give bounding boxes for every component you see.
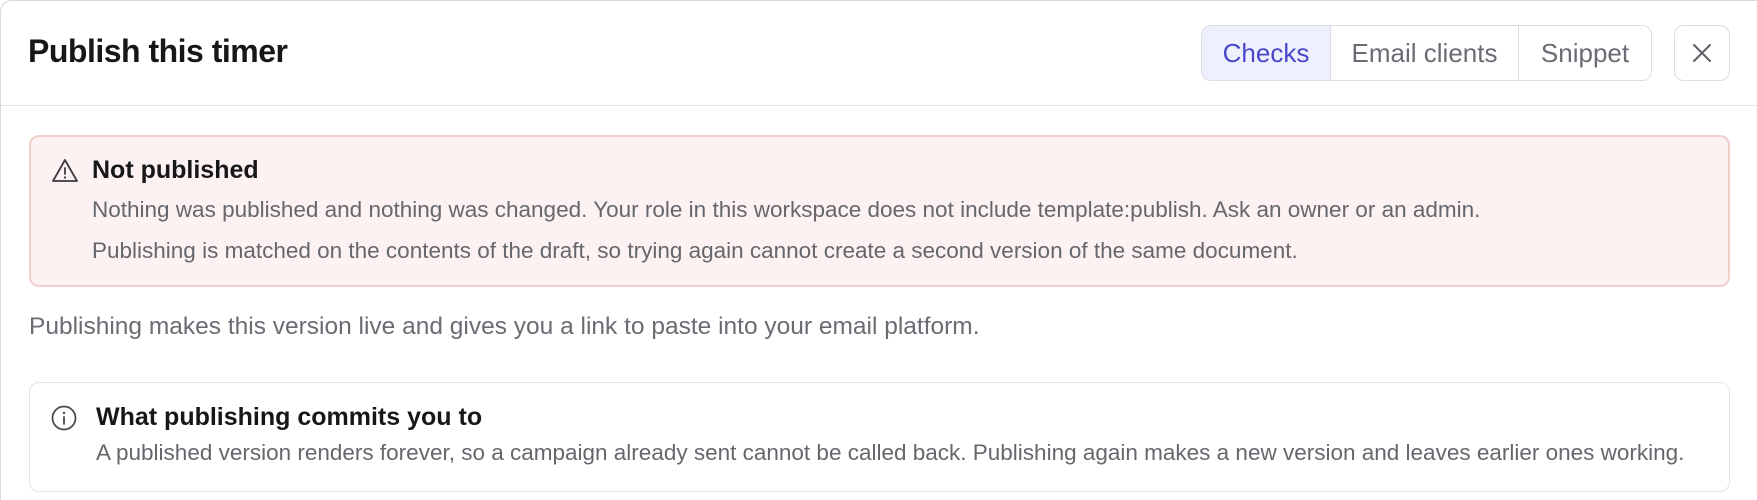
- warning-triangle-icon: [52, 159, 78, 182]
- tab-snippet[interactable]: Snippet: [1519, 26, 1651, 80]
- close-button[interactable]: [1674, 25, 1730, 81]
- alert-detail: Publishing is matched on the contents of…: [92, 238, 1298, 263]
- dialog-title: Publish this timer: [28, 33, 288, 69]
- error-alert: Not published Nothing was published and …: [29, 135, 1730, 287]
- alert-message: Nothing was published and nothing was ch…: [92, 197, 1481, 222]
- dialog-header: Publish this timer Checks Email clients …: [1, 1, 1757, 106]
- info-title: What publishing commits you to: [96, 403, 483, 431]
- intro-text: Publishing makes this version live and g…: [29, 313, 980, 340]
- info-circle-icon: [51, 405, 77, 431]
- alert-title: Not published: [92, 156, 259, 184]
- tab-checks[interactable]: Checks: [1202, 26, 1331, 80]
- tab-group: Checks Email clients Snippet: [1201, 25, 1652, 81]
- info-text: A published version renders forever, so …: [96, 440, 1685, 465]
- info-panel: What publishing commits you to A publish…: [29, 382, 1730, 492]
- publish-dialog: Publish this timer Checks Email clients …: [0, 0, 1757, 500]
- tab-email-clients[interactable]: Email clients: [1331, 26, 1519, 80]
- close-icon: [1693, 44, 1711, 62]
